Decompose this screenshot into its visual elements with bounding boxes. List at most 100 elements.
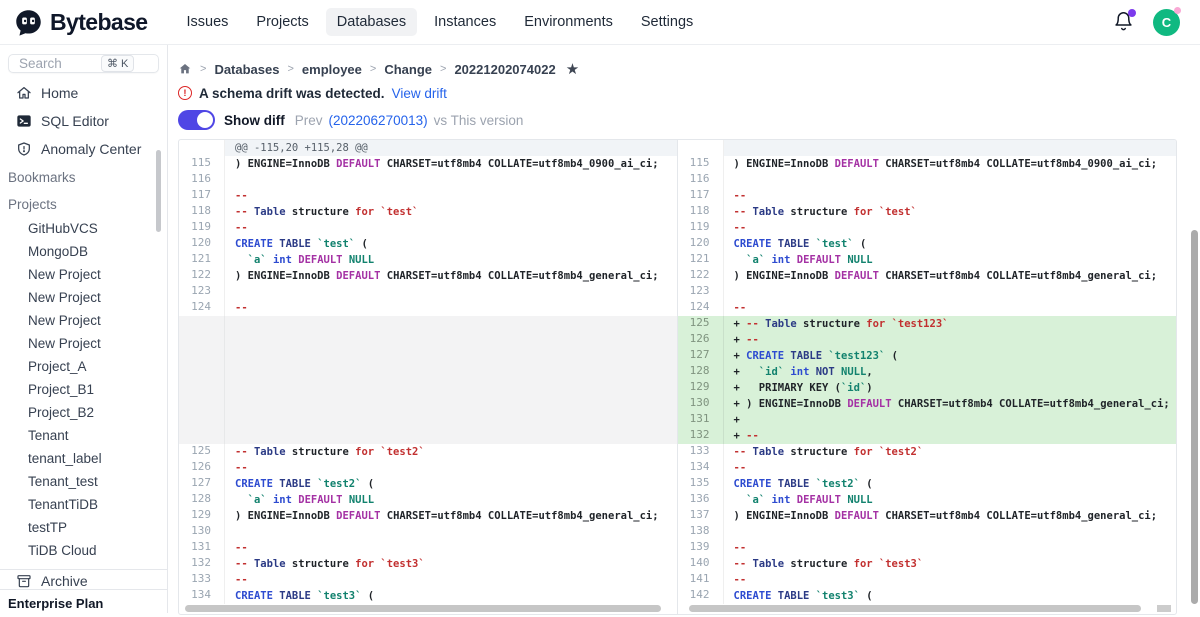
project-item-new-project[interactable]: New Project bbox=[0, 286, 167, 309]
diff-line-right-141: 141-- bbox=[678, 572, 1177, 588]
project-item-new-project[interactable]: New Project bbox=[0, 309, 167, 332]
breadcrumb-item-employee[interactable]: employee bbox=[302, 62, 362, 77]
breadcrumb-item-20221202074022[interactable]: 20221202074022 bbox=[454, 62, 555, 77]
nav-item-settings[interactable]: Settings bbox=[630, 8, 704, 36]
line-code: -- Table structure for `test` bbox=[724, 204, 1177, 220]
sidebar: ⌘ K HomeSQL EditorAnomaly Center Bookmar… bbox=[0, 45, 168, 613]
nav-item-databases[interactable]: Databases bbox=[326, 8, 417, 36]
diff-line-left-134: 134CREATE TABLE `test3` ( bbox=[179, 588, 677, 604]
line-code: -- bbox=[724, 188, 1177, 204]
line-code: -- Table structure for `test2` bbox=[724, 444, 1177, 460]
view-drift-link[interactable]: View drift bbox=[392, 86, 447, 101]
nav-item-instances[interactable]: Instances bbox=[423, 8, 507, 36]
breadcrumb-item-databases[interactable]: Databases bbox=[214, 62, 279, 77]
project-item-testtp[interactable]: testTP bbox=[0, 516, 167, 539]
line-number: 118 bbox=[678, 204, 724, 220]
diff-line-right-118: 118-- Table structure for `test` bbox=[678, 204, 1177, 220]
diff-line-left-127: 127CREATE TABLE `test2` ( bbox=[179, 476, 677, 492]
line-code bbox=[225, 284, 677, 300]
project-item-new-project[interactable]: New Project bbox=[0, 263, 167, 286]
line-number: 129 bbox=[179, 508, 225, 524]
line-code bbox=[724, 172, 1177, 188]
search-input[interactable] bbox=[17, 55, 101, 72]
nav-item-environments[interactable]: Environments bbox=[513, 8, 624, 36]
line-code: CREATE TABLE `test` ( bbox=[724, 236, 1177, 252]
line-number: 117 bbox=[678, 188, 724, 204]
line-code: + -- Table structure for `test123` bbox=[724, 316, 1177, 332]
line-code: + `id` int NOT NULL, bbox=[724, 364, 1177, 380]
show-diff-toggle[interactable] bbox=[178, 110, 215, 130]
search-shortcut-kbd: ⌘ K bbox=[101, 55, 134, 72]
sidebar-item-home[interactable]: Home bbox=[0, 79, 167, 107]
sidebar-item-label: Home bbox=[41, 85, 78, 101]
diff-line-left-126: 126-- bbox=[179, 460, 677, 476]
line-code: CREATE TABLE `test3` ( bbox=[225, 588, 677, 604]
right-pane-horizontal-scrollbar[interactable] bbox=[689, 605, 1141, 612]
nav-item-projects[interactable]: Projects bbox=[245, 8, 319, 36]
alert-text: A schema drift was detected. bbox=[199, 86, 385, 101]
line-number: 117 bbox=[179, 188, 225, 204]
avatar[interactable]: C bbox=[1153, 9, 1180, 36]
avatar-initial: C bbox=[1162, 15, 1171, 30]
line-number: 125 bbox=[179, 444, 225, 460]
notifications-button[interactable] bbox=[1113, 11, 1135, 33]
project-item-project-b2[interactable]: Project_B2 bbox=[0, 401, 167, 424]
project-item-tenant-label[interactable]: tenant_label bbox=[0, 447, 167, 470]
diff-line-left-115: 115) ENGINE=InnoDB DEFAULT CHARSET=utf8m… bbox=[179, 156, 677, 172]
project-item-tenant-test[interactable]: Tenant_test bbox=[0, 470, 167, 493]
line-code: + CREATE TABLE `test123` ( bbox=[724, 348, 1177, 364]
line-number: 125 bbox=[678, 316, 724, 332]
sidebar-item-archive[interactable]: Archive bbox=[0, 573, 167, 589]
diff-filler-block bbox=[179, 316, 677, 444]
left-pane-horizontal-scrollbar[interactable] bbox=[185, 605, 661, 612]
line-number: 115 bbox=[179, 156, 225, 172]
line-code: -- bbox=[724, 300, 1177, 316]
project-item-tidb-cloud[interactable]: TiDB Cloud bbox=[0, 539, 167, 562]
breadcrumb-home-icon[interactable] bbox=[178, 62, 192, 76]
project-item-project-a[interactable]: Project_A bbox=[0, 355, 167, 378]
project-item-project-b1[interactable]: Project_B1 bbox=[0, 378, 167, 401]
line-code: -- bbox=[225, 572, 677, 588]
line-number: 133 bbox=[678, 444, 724, 460]
sidebar-item-anomaly-center[interactable]: Anomaly Center bbox=[0, 135, 167, 163]
project-item-tenanttidb[interactable]: TenantTiDB bbox=[0, 493, 167, 516]
line-number: 131 bbox=[179, 540, 225, 556]
nav-item-issues[interactable]: Issues bbox=[175, 8, 239, 36]
diff-line-left-128: 128 `a` int DEFAULT NULL bbox=[179, 492, 677, 508]
project-item-new-project[interactable]: New Project bbox=[0, 332, 167, 355]
star-icon[interactable]: ★ bbox=[566, 60, 579, 78]
bytebase-logo[interactable]: Bytebase bbox=[14, 8, 147, 37]
diff-line-right-137: 137) ENGINE=InnoDB DEFAULT CHARSET=utf8m… bbox=[678, 508, 1177, 524]
line-number: 131 bbox=[678, 412, 724, 428]
diff-line-right-124: 124-- bbox=[678, 300, 1177, 316]
schema-diff-viewer: @@ -115,20 +115,28 @@115) ENGINE=InnoDB … bbox=[178, 139, 1177, 615]
diff-line-right-120: 120CREATE TABLE `test` ( bbox=[678, 236, 1177, 252]
page-vertical-scrollbar[interactable] bbox=[1191, 230, 1198, 604]
project-item-githubvcs[interactable]: GitHubVCS bbox=[0, 217, 167, 240]
line-code: -- Table structure for `test` bbox=[225, 204, 677, 220]
line-number: 139 bbox=[678, 540, 724, 556]
main-content: >Databases>employee>Change>2022120207402… bbox=[168, 45, 1200, 613]
line-number: 116 bbox=[179, 172, 225, 188]
prev-version-link[interactable]: (202206270013) bbox=[329, 113, 428, 128]
line-number: 119 bbox=[678, 220, 724, 236]
line-number: 132 bbox=[678, 428, 724, 444]
project-item-mongodb[interactable]: MongoDB bbox=[0, 240, 167, 263]
search-box[interactable]: ⌘ K bbox=[8, 54, 159, 73]
project-item-tenant[interactable]: Tenant bbox=[0, 424, 167, 447]
brand-name: Bytebase bbox=[50, 9, 147, 36]
show-diff-label: Show diff bbox=[224, 113, 285, 128]
sidebar-item-sql-editor[interactable]: SQL Editor bbox=[0, 107, 167, 135]
line-code: ) ENGINE=InnoDB DEFAULT CHARSET=utf8mb4 … bbox=[225, 268, 677, 284]
breadcrumb-item-change[interactable]: Change bbox=[384, 62, 432, 77]
line-number: 127 bbox=[678, 348, 724, 364]
diff-line-right-123: 123 bbox=[678, 284, 1177, 300]
nav-right: C bbox=[1113, 9, 1186, 36]
line-number: 128 bbox=[678, 364, 724, 380]
line-code: ) ENGINE=InnoDB DEFAULT CHARSET=utf8mb4 … bbox=[724, 268, 1177, 284]
archive-label: Archive bbox=[41, 573, 88, 589]
line-code: -- bbox=[225, 300, 677, 316]
sidebar-scrollbar[interactable] bbox=[156, 150, 161, 232]
scrollbar-corner[interactable] bbox=[1157, 605, 1171, 612]
diff-added-line-right-128: 128+ `id` int NOT NULL, bbox=[678, 364, 1177, 380]
